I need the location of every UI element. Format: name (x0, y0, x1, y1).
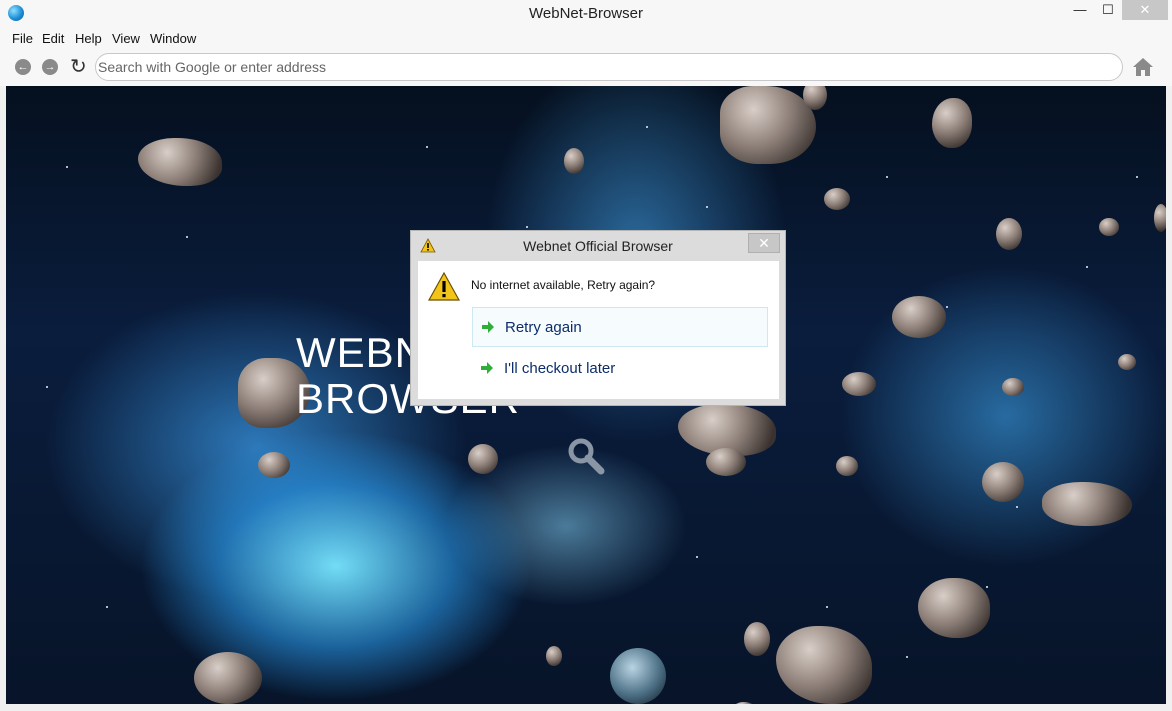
forward-button[interactable]: → (42, 59, 58, 75)
asteroid (803, 86, 827, 110)
asteroid (720, 86, 816, 164)
search-icon (568, 438, 605, 475)
asteroid (836, 456, 858, 476)
dialog-title-bar: Webnet Official Browser ✕ (411, 231, 785, 261)
title-bar: WebNet-Browser — ☐ ✕ (0, 0, 1172, 28)
asteroid (1154, 204, 1166, 232)
back-button[interactable]: ← (15, 59, 31, 75)
close-button[interactable]: ✕ (1122, 0, 1168, 20)
asteroid (744, 622, 770, 656)
asteroid (194, 652, 262, 704)
address-input[interactable] (96, 54, 1098, 80)
dialog-close-button[interactable]: ✕ (748, 233, 780, 253)
home-button[interactable] (1131, 56, 1155, 78)
asteroid (1002, 378, 1024, 396)
asteroid (1042, 482, 1132, 526)
address-bar (95, 53, 1123, 81)
asteroid (1099, 218, 1119, 236)
checkout-later-option[interactable]: I'll checkout later (472, 349, 768, 389)
menu-file[interactable]: File (12, 31, 33, 46)
status-bar (0, 704, 1172, 711)
asteroid (546, 646, 562, 666)
green-arrow-icon (482, 321, 494, 333)
menu-edit[interactable]: Edit (42, 31, 64, 46)
dialog-body: No internet available, Retry again? Retr… (418, 261, 779, 399)
asteroid (996, 218, 1022, 250)
asteroid (138, 138, 222, 186)
error-dialog: Webnet Official Browser ✕ No internet av… (410, 230, 786, 406)
reload-button[interactable]: ↻ (70, 54, 87, 79)
window-title: WebNet-Browser (529, 5, 643, 22)
asteroid (468, 444, 498, 474)
asteroid (258, 452, 290, 478)
asteroid (776, 626, 872, 704)
dialog-title: Webnet Official Browser (523, 238, 673, 254)
menu-view[interactable]: View (112, 31, 140, 46)
page-search-button[interactable] (566, 436, 606, 476)
planet (610, 648, 666, 704)
asteroid (918, 578, 990, 638)
asteroid (932, 98, 972, 148)
asteroid (892, 296, 946, 338)
menu-bar: File Edit Help View Window (0, 28, 1172, 50)
retry-again-option[interactable]: Retry again (472, 307, 768, 347)
asteroid (824, 188, 850, 210)
asteroid (842, 372, 876, 396)
checkout-later-label: I'll checkout later (504, 360, 616, 377)
menu-window[interactable]: Window (150, 31, 196, 46)
navigation-bar: ← → ↻ (0, 50, 1172, 86)
asteroid (1118, 354, 1136, 370)
asteroid (982, 462, 1024, 502)
warning-icon (428, 272, 460, 301)
home-icon (1133, 58, 1153, 76)
green-arrow-icon (481, 362, 493, 374)
asteroid (706, 448, 746, 476)
retry-again-label: Retry again (505, 319, 582, 336)
dialog-message: No internet available, Retry again? (471, 278, 656, 292)
asteroid (564, 148, 584, 174)
menu-help[interactable]: Help (75, 31, 102, 46)
